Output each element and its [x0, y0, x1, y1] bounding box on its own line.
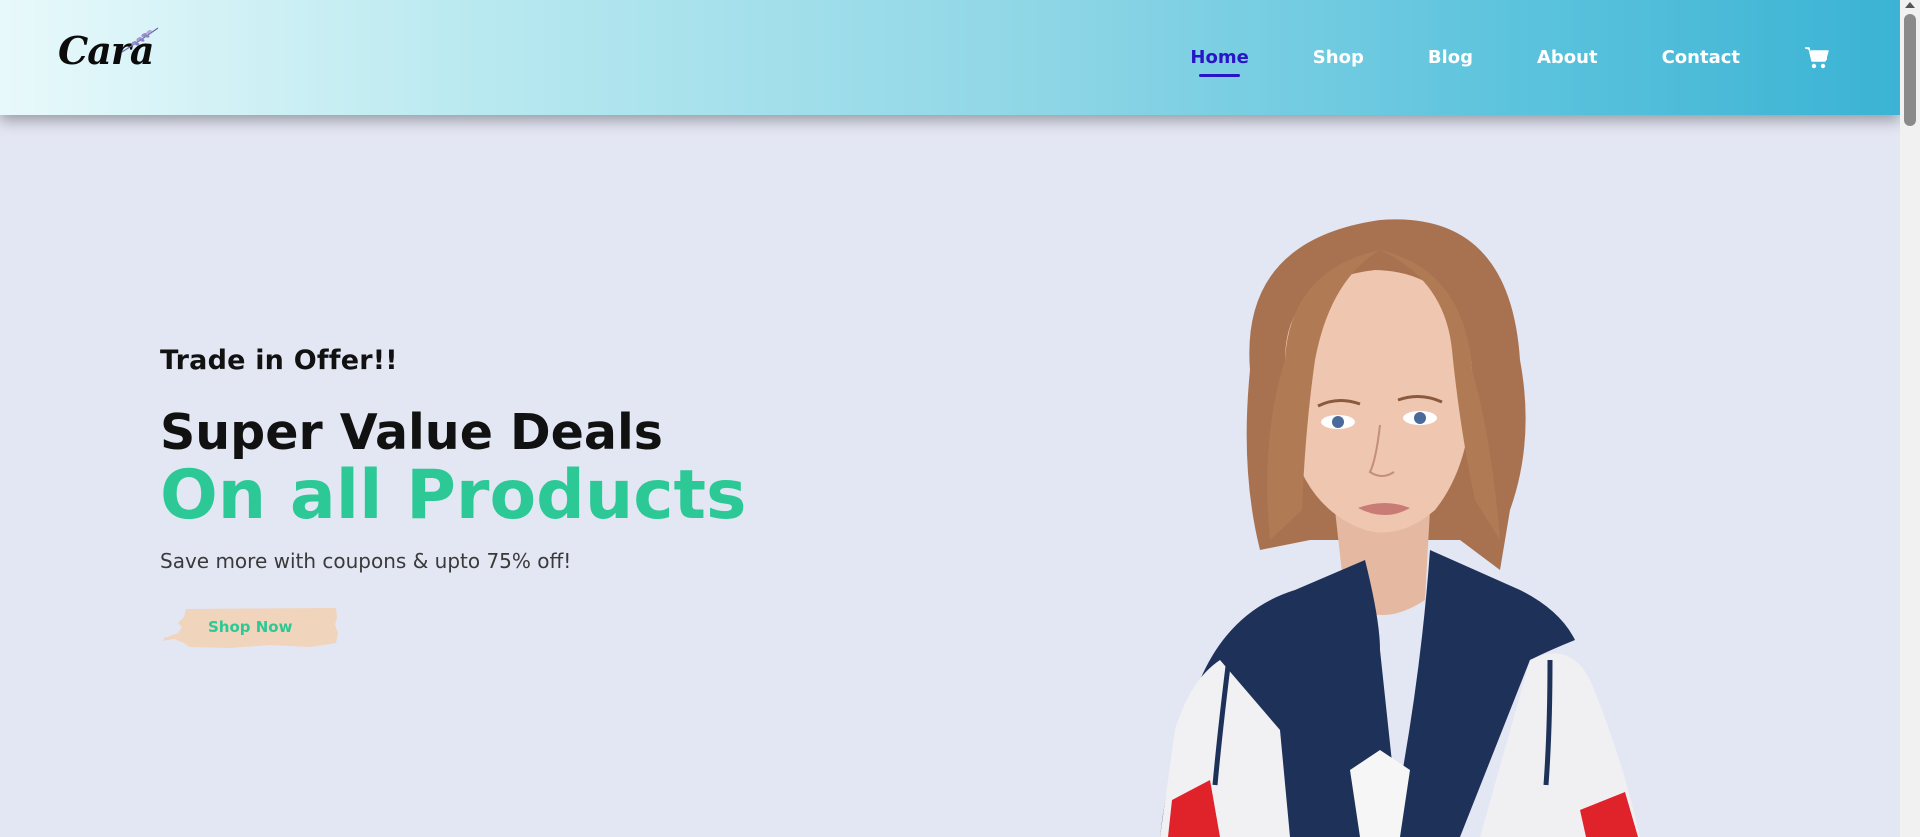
nav-home[interactable]: Home	[1190, 47, 1249, 77]
lavender-sprig-icon	[121, 27, 159, 53]
hero-title: Super Value Deals	[160, 404, 663, 461]
main-nav: Home Shop Blog About Contact	[1190, 0, 1900, 115]
site-header: Cara Home Shop Blog About Contact	[0, 0, 1900, 115]
scrollbar-thumb[interactable]	[1904, 14, 1916, 126]
hero-description: Save more with coupons & upto 75% off!	[160, 549, 572, 574]
vertical-scrollbar[interactable]	[1900, 0, 1920, 837]
shop-now-button[interactable]: Shop Now	[160, 603, 340, 655]
nav-blog[interactable]: Blog	[1428, 47, 1473, 68]
logo[interactable]: Cara	[58, 24, 159, 74]
hero-section: Trade in Offer!! Super Value Deals On al…	[160, 345, 747, 655]
hero-model-image	[1160, 219, 1640, 837]
shopping-cart-icon[interactable]	[1804, 45, 1830, 71]
nav-shop[interactable]: Shop	[1313, 47, 1364, 68]
scroll-up-arrow-icon[interactable]	[1905, 2, 1915, 8]
nav-about[interactable]: About	[1537, 47, 1598, 68]
hero-subtitle: Trade in Offer!!	[160, 345, 398, 376]
nav-contact[interactable]: Contact	[1662, 47, 1740, 68]
shop-now-label: Shop Now	[208, 618, 293, 637]
hero-accent-title: On all Products	[160, 455, 747, 535]
